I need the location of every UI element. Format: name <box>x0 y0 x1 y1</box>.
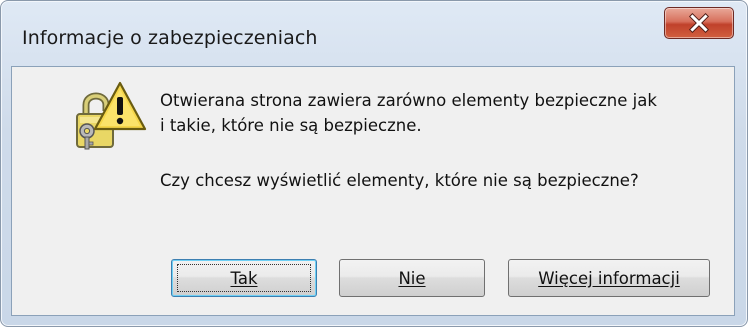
no-button-label: Nie <box>398 268 426 288</box>
security-info-dialog: Informacje o zabezpieczeniach Otwierana … <box>0 0 748 327</box>
no-button[interactable]: Nie <box>339 259 485 297</box>
title-bar[interactable]: Informacje o zabezpieczeniach <box>0 0 748 64</box>
more-info-button[interactable]: Więcej informacji <box>508 259 710 297</box>
question-text: Czy chcesz wyświetlić elementy, które ni… <box>160 171 639 190</box>
message-line-1: Otwierana strona zawiera zarówno element… <box>160 91 657 110</box>
dialog-content: Otwierana strona zawiera zarówno element… <box>11 66 735 316</box>
more-info-button-label: Więcej informacji <box>538 268 680 288</box>
focus-rectangle <box>177 264 311 292</box>
message-line-2: i takie, które nie są bezpieczne. <box>160 116 422 135</box>
message-text: Otwierana strona zawiera zarówno element… <box>160 88 657 138</box>
yes-button[interactable]: Tak <box>171 259 317 297</box>
close-button[interactable] <box>664 7 734 39</box>
close-icon <box>688 12 710 34</box>
window-title: Informacje o zabezpieczeniach <box>22 27 318 49</box>
security-warning-lock-icon <box>76 81 147 150</box>
